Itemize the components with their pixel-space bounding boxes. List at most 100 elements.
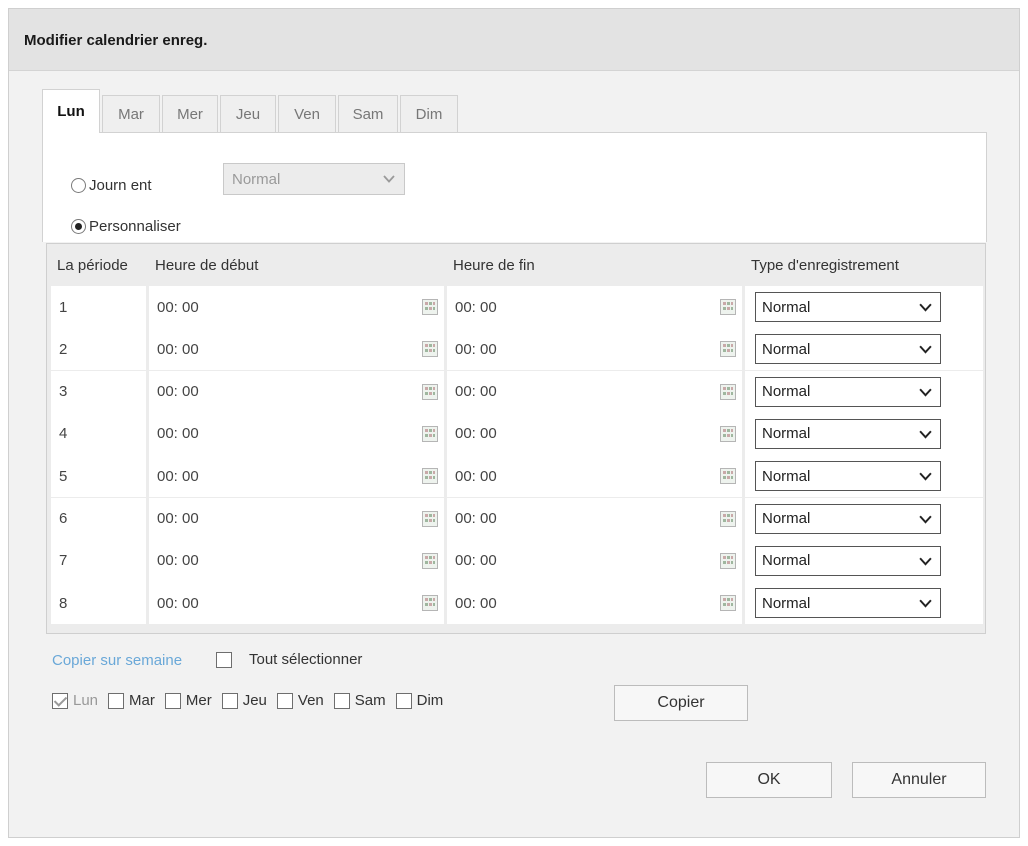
calendar-icon[interactable] bbox=[720, 510, 736, 527]
copy-day-sam[interactable]: Sam bbox=[333, 692, 386, 709]
whole-day-radio[interactable] bbox=[71, 178, 86, 193]
calendar-icon[interactable] bbox=[720, 425, 736, 442]
copy-to-week-link[interactable]: Copier sur semaine bbox=[52, 652, 182, 669]
chevron-down-icon bbox=[919, 430, 932, 439]
start-time-cell: 00: 00 bbox=[149, 582, 444, 625]
start-time-cell: 00: 00 bbox=[149, 412, 444, 455]
end-time-input[interactable]: 00: 00 bbox=[455, 341, 497, 358]
copy-button[interactable]: Copier bbox=[614, 685, 748, 721]
calendar-icon[interactable] bbox=[720, 552, 736, 569]
record-type-select[interactable]: Normal bbox=[755, 588, 941, 619]
start-time-input[interactable]: 00: 00 bbox=[157, 552, 199, 569]
end-time-input[interactable]: 00: 00 bbox=[455, 595, 497, 612]
copy-day-mer-label: Mer bbox=[185, 692, 212, 709]
calendar-icon[interactable] bbox=[422, 425, 438, 442]
table-row: 3 00: 00 00: 00 Normal bbox=[47, 370, 987, 413]
start-time-cell: 00: 00 bbox=[149, 455, 444, 498]
calendar-icon[interactable] bbox=[720, 595, 736, 612]
period-number: 4 bbox=[51, 412, 146, 455]
calendar-icon[interactable] bbox=[720, 383, 736, 400]
record-type-select[interactable]: Normal bbox=[755, 418, 941, 449]
start-time-input[interactable]: 00: 00 bbox=[157, 510, 199, 527]
whole-day-type-select: Normal bbox=[223, 163, 405, 195]
end-time-input[interactable]: 00: 00 bbox=[455, 510, 497, 527]
custom-radio[interactable] bbox=[71, 219, 86, 234]
calendar-icon[interactable] bbox=[422, 552, 438, 569]
copy-day-mer-checkbox[interactable] bbox=[164, 692, 181, 709]
table-header: La période Heure de début Heure de fin T… bbox=[47, 244, 987, 286]
tab-ven[interactable]: Ven bbox=[278, 95, 336, 133]
calendar-icon[interactable] bbox=[422, 510, 438, 527]
copy-day-mar[interactable]: Mar bbox=[108, 692, 155, 709]
copy-day-dim-checkbox[interactable] bbox=[395, 692, 412, 709]
end-time-cell: 00: 00 bbox=[447, 539, 742, 582]
end-time-input[interactable]: 00: 00 bbox=[455, 299, 497, 316]
calendar-icon[interactable] bbox=[720, 341, 736, 358]
whole-day-label: Journ ent bbox=[89, 177, 152, 194]
copy-day-lun[interactable]: Lun bbox=[52, 692, 98, 709]
record-type-select[interactable]: Normal bbox=[755, 376, 941, 407]
end-time-input[interactable]: 00: 00 bbox=[455, 552, 497, 569]
calendar-icon[interactable] bbox=[422, 595, 438, 612]
record-type-select[interactable]: Normal bbox=[755, 334, 941, 365]
start-time-input[interactable]: 00: 00 bbox=[157, 468, 199, 485]
chevron-down-icon bbox=[919, 557, 932, 566]
record-type-value: Normal bbox=[762, 552, 811, 570]
copy-day-mar-label: Mar bbox=[129, 692, 155, 709]
record-type-value: Normal bbox=[762, 383, 811, 401]
whole-day-option[interactable]: Journ ent bbox=[71, 177, 152, 194]
record-type-select[interactable]: Normal bbox=[755, 292, 941, 322]
tab-sam[interactable]: Sam bbox=[338, 95, 398, 133]
ok-button[interactable]: OK bbox=[706, 762, 832, 798]
period-number: 2 bbox=[51, 328, 146, 371]
header-end-time: Heure de fin bbox=[453, 256, 535, 274]
record-type-select[interactable]: Normal bbox=[755, 503, 941, 534]
copy-day-ven-checkbox[interactable] bbox=[276, 692, 293, 709]
copy-day-jeu-checkbox[interactable] bbox=[221, 692, 238, 709]
tab-mer[interactable]: Mer bbox=[162, 95, 218, 133]
schedule-table: La période Heure de début Heure de fin T… bbox=[46, 243, 986, 634]
tab-mar[interactable]: Mar bbox=[102, 95, 160, 133]
end-time-cell: 00: 00 bbox=[447, 370, 742, 413]
tab-jeu[interactable]: Jeu bbox=[220, 95, 276, 133]
copy-day-ven[interactable]: Ven bbox=[276, 692, 324, 709]
copy-day-sam-checkbox[interactable] bbox=[333, 692, 350, 709]
select-all-checkbox[interactable] bbox=[216, 651, 232, 668]
calendar-icon[interactable] bbox=[422, 383, 438, 400]
end-time-input[interactable]: 00: 00 bbox=[455, 425, 497, 442]
end-time-input[interactable]: 00: 00 bbox=[455, 383, 497, 400]
copy-day-dim[interactable]: Dim bbox=[395, 692, 443, 709]
table-row: 6 00: 00 00: 00 Normal bbox=[47, 497, 987, 540]
start-time-input[interactable]: 00: 00 bbox=[157, 595, 199, 612]
start-time-input[interactable]: 00: 00 bbox=[157, 383, 199, 400]
calendar-icon[interactable] bbox=[720, 299, 736, 315]
end-time-cell: 00: 00 bbox=[447, 412, 742, 455]
header-record-type: Type d'enregistrement bbox=[751, 256, 899, 274]
copy-day-jeu[interactable]: Jeu bbox=[221, 692, 267, 709]
copy-day-mer[interactable]: Mer bbox=[164, 692, 212, 709]
start-time-input[interactable]: 00: 00 bbox=[157, 341, 199, 358]
chevron-down-icon bbox=[919, 472, 932, 481]
end-time-input[interactable]: 00: 00 bbox=[455, 468, 497, 485]
custom-option[interactable]: Personnaliser bbox=[71, 218, 181, 235]
table-row: 7 00: 00 00: 00 Normal bbox=[47, 539, 987, 582]
copy-day-mar-checkbox[interactable] bbox=[108, 692, 125, 709]
tab-lun[interactable]: Lun bbox=[42, 89, 100, 133]
whole-day-type-value: Normal bbox=[232, 170, 281, 188]
table-row: 8 00: 00 00: 00 Normal bbox=[47, 582, 987, 625]
calendar-icon[interactable] bbox=[422, 299, 438, 315]
start-time-input[interactable]: 00: 00 bbox=[157, 425, 199, 442]
schedule-mode-panel: Journ ent Normal Personnaliser bbox=[42, 132, 987, 242]
calendar-icon[interactable] bbox=[422, 341, 438, 358]
period-number: 5 bbox=[51, 455, 146, 498]
calendar-icon[interactable] bbox=[720, 468, 736, 485]
cancel-button[interactable]: Annuler bbox=[852, 762, 986, 798]
calendar-icon[interactable] bbox=[422, 468, 438, 485]
tab-dim[interactable]: Dim bbox=[400, 95, 458, 133]
select-all-option[interactable]: Tout sélectionner bbox=[216, 651, 362, 668]
record-type-select[interactable]: Normal bbox=[755, 545, 941, 576]
copy-day-lun-checkbox[interactable] bbox=[52, 692, 68, 709]
record-type-cell: Normal bbox=[745, 497, 983, 540]
record-type-select[interactable]: Normal bbox=[755, 461, 941, 492]
start-time-input[interactable]: 00: 00 bbox=[157, 299, 199, 316]
